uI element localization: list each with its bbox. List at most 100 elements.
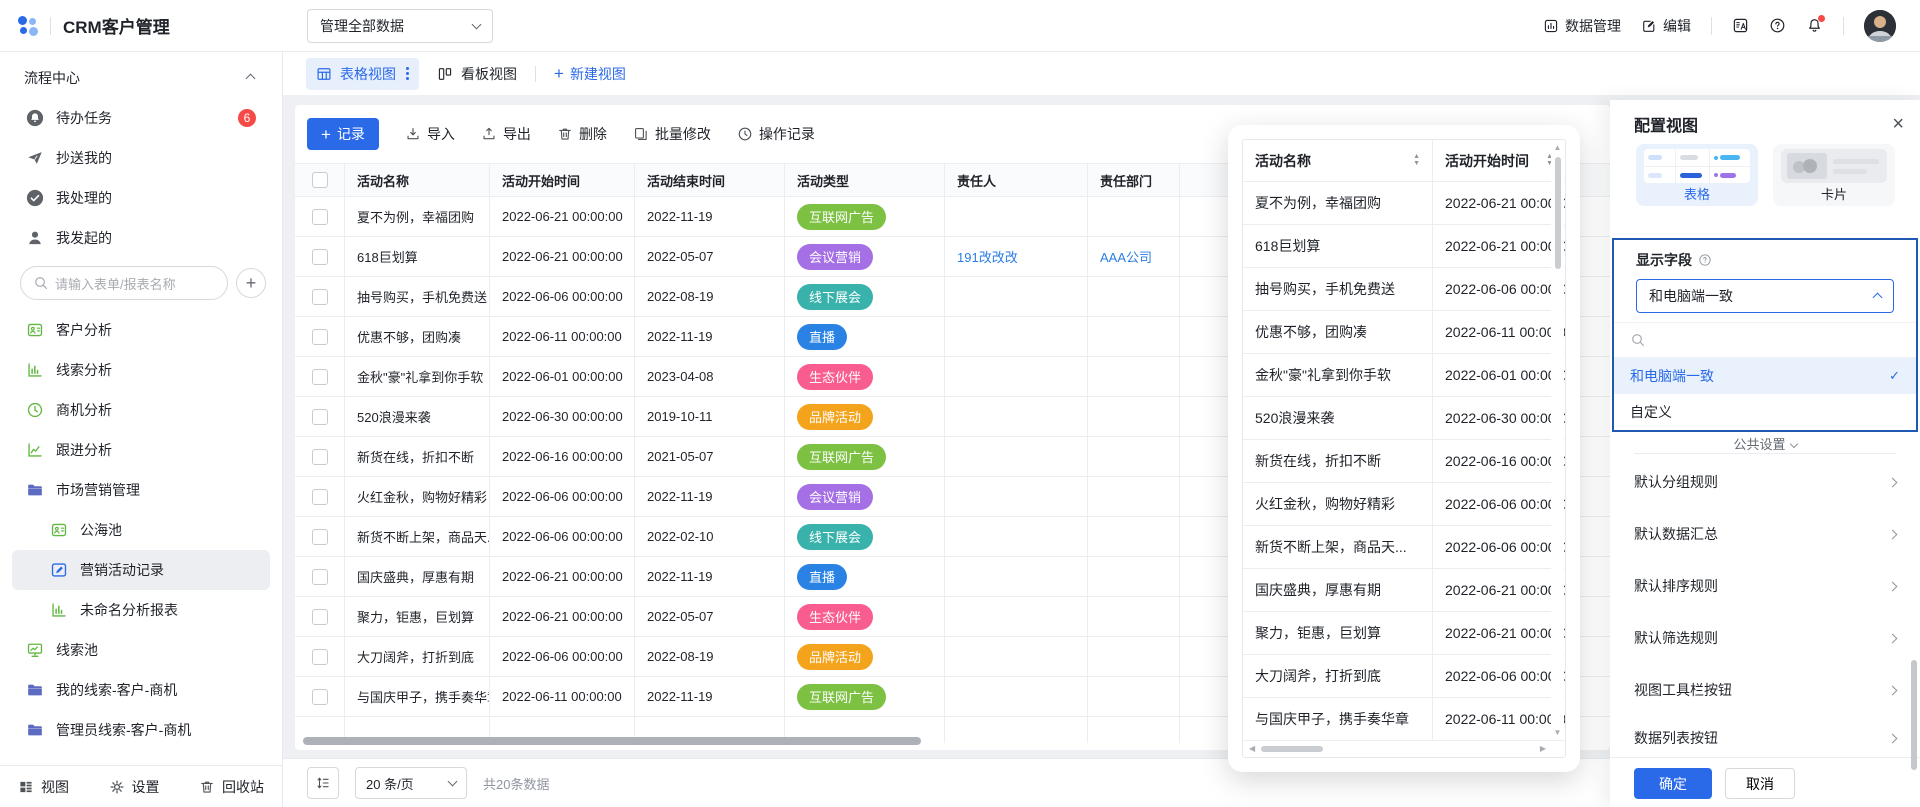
row-checkbox[interactable] [312,289,328,305]
edit-button[interactable]: 编辑 [1641,16,1691,36]
sidebar-item-营销活动记录[interactable]: 营销活动记录 [12,550,270,590]
preview-row[interactable]: 618巨划算 2022-06-21 00:00:00 [1243,225,1565,268]
sidebar-item-商机分析[interactable]: 商机分析 [12,390,270,430]
preview-row[interactable]: 大刀阔斧，打折到底 2022-06-06 00:00:00 [1243,655,1565,698]
sort-icon[interactable]: ▲▼ [1413,154,1420,167]
avatar[interactable] [1864,10,1896,42]
confirm-button[interactable]: 确定 [1634,768,1712,799]
row-checkbox[interactable] [312,329,328,345]
preview-horizontal-scrollbar[interactable]: ◀ ▶ [1244,741,1551,756]
panel-menu-视图工具栏按钮[interactable]: 视图工具栏按钮 [1610,664,1920,716]
dropdown-option-自定义[interactable]: 自定义 [1614,394,1916,430]
row-checkbox[interactable] [312,649,328,665]
add-record-button[interactable]: + 记录 [307,118,379,150]
row-checkbox[interactable] [312,529,328,545]
more-icon[interactable] [406,67,409,80]
preview-vertical-scrollbar[interactable]: ▲ ▼ [1551,141,1564,740]
row-checkbox[interactable] [312,409,328,425]
scroll-left-icon[interactable]: ◀ [1249,745,1255,753]
data-manage-button[interactable]: 数据管理 [1543,16,1621,36]
row-checkbox[interactable] [312,249,328,265]
sidebar-item-抄送我的[interactable]: 抄送我的 [12,138,270,178]
sidebar-item-线索分析[interactable]: 线索分析 [12,350,270,390]
notification-icon[interactable] [1806,17,1823,34]
scrollbar-thumb[interactable] [1261,746,1323,752]
search-input[interactable]: 请输入表单/报表名称 [20,266,228,300]
question-icon[interactable] [1698,253,1712,267]
sidebar-footer-设置[interactable]: 设置 [109,777,160,797]
sidebar-item-待办任务[interactable]: 待办任务6 [12,98,270,138]
column-header[interactable]: 活动结束时间 [635,164,785,196]
sidebar-item-客户分析[interactable]: 客户分析 [12,310,270,350]
scroll-up-icon[interactable]: ▲ [1554,144,1562,152]
sidebar-footer-回收站[interactable]: 回收站 [199,777,264,797]
preview-row[interactable]: 520浪漫来袭 2022-06-30 00:00:00 [1243,397,1565,440]
row-height-button[interactable] [307,767,339,799]
preview-row[interactable]: 火红金秋，购物好精彩 2022-06-06 00:00:00 [1243,483,1565,526]
new-view-button[interactable]: + 新建视图 [554,64,626,84]
sidebar-item-线索池[interactable]: 线索池 [12,630,270,670]
column-header[interactable]: 活动名称 [345,164,490,196]
tab-table-view[interactable]: 表格视图 [306,58,419,90]
view-type-card[interactable]: 卡片 [1773,144,1895,206]
preview-row[interactable]: 新货在线，折扣不断 2022-06-16 00:00:00 [1243,440,1565,483]
toolbar-删除-button[interactable]: 删除 [557,124,607,144]
sidebar-item-市场营销管理[interactable]: 市场营销管理 [12,470,270,510]
scroll-down-icon[interactable]: ▼ [1554,729,1562,737]
select-all-checkbox[interactable] [312,172,328,188]
sidebar-item-管理员线索-客户-商机[interactable]: 管理员线索-客户-商机 [12,710,270,750]
column-header[interactable]: 责任部门 [1088,164,1180,196]
row-checkbox[interactable] [312,209,328,225]
row-checkbox[interactable] [312,689,328,705]
column-header[interactable]: 活动类型 [785,164,945,196]
dropdown-search-input[interactable] [1614,322,1916,358]
preview-row[interactable]: 聚力，钜惠，巨划算 2022-06-21 00:00:00 [1243,612,1565,655]
column-header[interactable]: 活动开始时间 [490,164,635,196]
preview-row[interactable]: 国庆盛典，厚惠有期 2022-06-21 00:00:00 [1243,569,1565,612]
panel-menu-默认排序规则[interactable]: 默认排序规则 [1610,560,1920,612]
sidebar-item-我处理的[interactable]: 我处理的 [12,178,270,218]
row-checkbox[interactable] [312,609,328,625]
scrollbar-thumb[interactable] [1555,157,1561,269]
column-header[interactable]: 责任人 [945,164,1088,196]
row-checkbox[interactable] [312,489,328,505]
sidebar-item-公海池[interactable]: 公海池 [12,510,270,550]
department-link[interactable]: AAA公司 [1100,247,1152,266]
preview-column-header[interactable]: 活动开始时间▲▼ [1433,140,1565,181]
dropdown-option-和电脑端一致[interactable]: 和电脑端一致✓ [1614,358,1916,394]
preview-row[interactable]: 金秋"豪"礼拿到你手软 2022-06-01 00:00:00 [1243,354,1565,397]
public-settings-toggle[interactable]: 公共设置 [1610,434,1920,453]
preview-row[interactable]: 夏不为例，幸福团购 2022-06-21 00:00:00 [1243,182,1565,225]
tab-kanban-view[interactable]: 看板视图 [437,64,517,84]
toolbar-操作记录-button[interactable]: 操作记录 [737,124,815,144]
preview-column-header[interactable]: 活动名称▲▼ [1243,140,1433,181]
view-type-table[interactable]: 表格 [1636,144,1758,206]
preview-row[interactable]: 优惠不够，团购凑 2022-06-11 00:00:00 [1243,311,1565,354]
owner-link[interactable]: 191改改改 [957,247,1018,266]
cancel-button[interactable]: 取消 [1725,768,1795,799]
sidebar-item-未命名分析报表[interactable]: 未命名分析报表 [12,590,270,630]
row-checkbox[interactable] [312,449,328,465]
preview-row[interactable]: 抽号购买，手机免费送 2022-06-06 00:00:00 [1243,268,1565,311]
panel-menu-默认筛选规则[interactable]: 默认筛选规则 [1610,612,1920,664]
sidebar-footer-视图[interactable]: 视图 [18,777,69,797]
row-checkbox[interactable] [312,569,328,585]
preview-row[interactable]: 新货不断上架，商品天... 2022-06-06 00:00:00 [1243,526,1565,569]
panel-menu-默认分组规则[interactable]: 默认分组规则 [1610,456,1920,508]
data-scope-select[interactable]: 管理全部数据 [307,9,493,43]
panel-scrollbar[interactable] [1911,660,1917,770]
panel-menu-数据列表按钮[interactable]: 数据列表按钮 [1610,716,1920,760]
scroll-right-icon[interactable]: ▶ [1540,745,1546,753]
toolbar-导入-button[interactable]: 导入 [405,124,455,144]
translate-icon[interactable] [1732,17,1749,34]
close-icon[interactable]: × [1892,113,1904,136]
sidebar-section-title[interactable]: 流程中心 [0,52,282,98]
sidebar-item-我的线索-客户-商机[interactable]: 我的线索-客户-商机 [12,670,270,710]
add-report-button[interactable]: + [236,268,266,298]
horizontal-scrollbar[interactable] [303,737,921,745]
page-size-select[interactable]: 20 条/页 [355,767,467,799]
sidebar-item-我发起的[interactable]: 我发起的 [12,218,270,258]
display-fields-select[interactable]: 和电脑端一致 [1636,279,1894,313]
row-checkbox[interactable] [312,369,328,385]
toolbar-导出-button[interactable]: 导出 [481,124,531,144]
